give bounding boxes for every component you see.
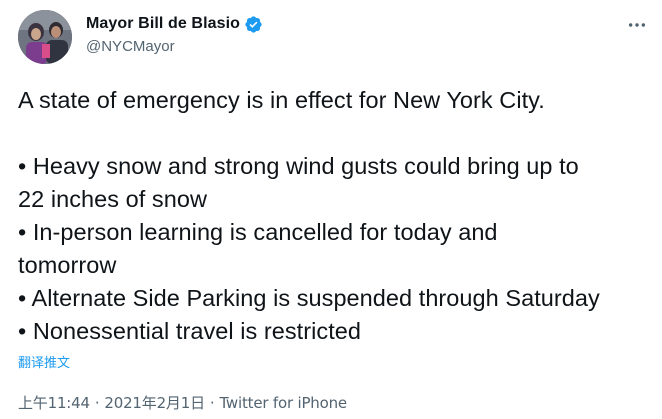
tweet: Mayor Bill de Blasio @NYCMayor A state o… xyxy=(0,0,662,419)
tweet-line: A state of emergency is in effect for Ne… xyxy=(18,87,545,113)
translate-tweet-link[interactable]: 翻译推文 xyxy=(18,352,70,371)
tweet-line: • Nonessential travel is restricted xyxy=(18,318,362,344)
tweet-date[interactable]: 2021年2月1日 xyxy=(104,392,205,413)
tweet-time[interactable]: 上午11:44 xyxy=(18,392,90,413)
tweet-line: 22 inches of snow xyxy=(18,186,207,212)
avatar[interactable] xyxy=(18,10,72,64)
tweet-line: • Heavy snow and strong wind gusts could… xyxy=(18,153,579,179)
name-row: Mayor Bill de Blasio xyxy=(86,12,263,36)
verified-badge-icon xyxy=(244,15,263,34)
tweet-meta: 上午11:44 · 2021年2月1日 · Twitter for iPhone xyxy=(18,392,347,413)
meta-separator: · xyxy=(94,393,100,412)
author-block: Mayor Bill de Blasio @NYCMayor xyxy=(86,12,263,55)
meta-separator: · xyxy=(209,393,215,412)
tweet-line: • In-person learning is cancelled for to… xyxy=(18,219,498,245)
tweet-text: A state of emergency is in effect for Ne… xyxy=(18,84,658,348)
tweet-line: tomorrow xyxy=(18,252,117,278)
tweet-source[interactable]: Twitter for iPhone xyxy=(219,394,347,412)
tweet-line: • Alternate Side Parking is suspended th… xyxy=(18,285,600,311)
display-name[interactable]: Mayor Bill de Blasio xyxy=(86,15,240,33)
more-options-button[interactable] xyxy=(626,14,648,36)
profile-photo-icon xyxy=(18,10,72,64)
more-dots-icon xyxy=(628,23,646,27)
handle[interactable]: @NYCMayor xyxy=(86,38,263,55)
